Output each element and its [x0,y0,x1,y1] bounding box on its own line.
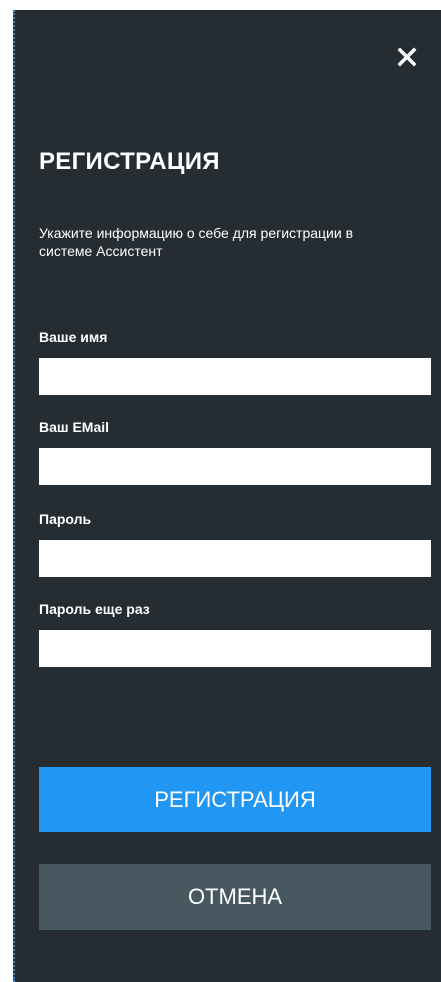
password-input[interactable] [39,540,431,577]
email-input[interactable] [39,448,431,485]
page-subtitle: Укажите информацию о себе для регистраци… [39,225,354,259]
close-icon [397,47,417,67]
register-button[interactable]: РЕГИСТРАЦИЯ [39,767,431,832]
cancel-button[interactable]: ОТМЕНА [39,864,431,930]
page-title: РЕГИСТРАЦИЯ [39,148,220,175]
password-repeat-label: Пароль еще раз [39,601,150,617]
password-repeat-input[interactable] [39,630,431,667]
close-button[interactable] [390,40,424,74]
email-label: Ваш EMail [39,419,110,435]
panel-dotted-edge [13,10,15,982]
password-label: Пароль [39,511,92,527]
name-input[interactable] [39,358,431,395]
name-label: Ваше имя [39,329,108,345]
